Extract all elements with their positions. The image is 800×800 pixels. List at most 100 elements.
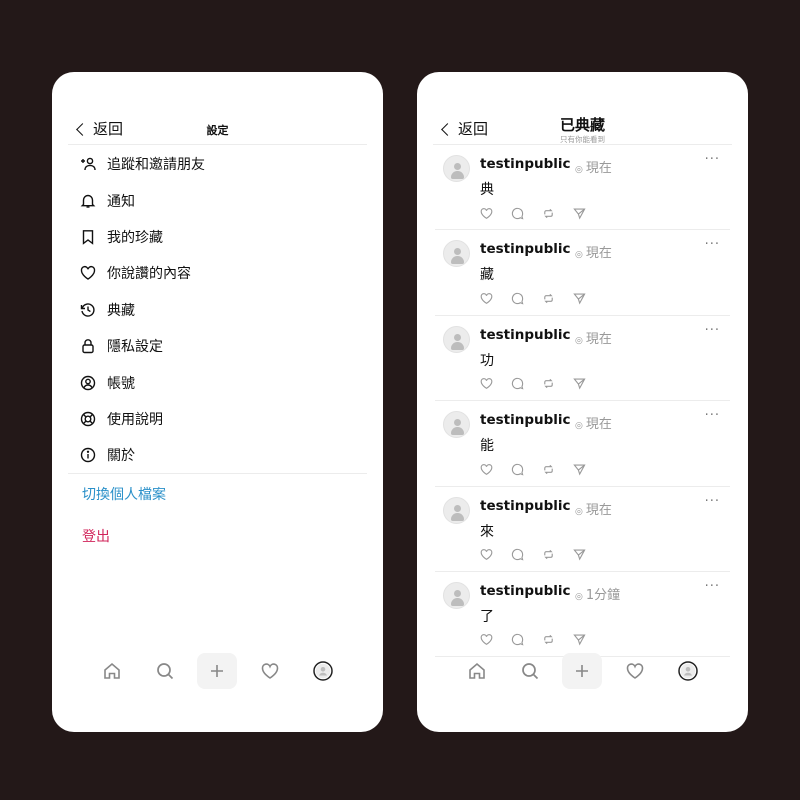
menu-label: 關於 [107,448,135,465]
menu-item-account[interactable]: 帳號 [68,364,367,400]
menu-item-archive[interactable]: 典藏 [68,292,367,328]
heart-icon [480,634,493,646]
comment-button[interactable] [511,548,542,562]
post-username[interactable]: testinpublic [480,241,571,257]
more-options-button[interactable]: ··· [705,579,720,594]
tab-create[interactable] [562,653,602,689]
tab-home[interactable] [92,653,132,689]
archived-clock-icon: ◎ [575,250,583,261]
post-text: 功 [480,352,494,369]
tab-search[interactable] [145,653,185,689]
more-options-button[interactable]: ··· [705,408,720,423]
post-item[interactable]: testinpublic ◎ 現在 ··· 藏 [435,230,730,316]
post-actions [480,633,604,647]
menu-item-saved[interactable]: 我的珍藏 [68,219,367,255]
share-button[interactable] [573,462,604,476]
send-icon [573,464,586,476]
repost-button[interactable] [542,548,573,562]
tab-activity[interactable] [250,653,290,689]
post-text: 典 [480,182,494,198]
more-options-button[interactable]: ··· [705,237,720,252]
post-actions [480,291,604,305]
archive-clock-icon [80,302,96,318]
repost-button[interactable] [542,462,573,476]
repost-icon [544,208,553,218]
post-time: ◎ 現在 [575,502,612,518]
menu-item-follow-invite[interactable]: 追蹤和邀請朋友 [68,146,367,182]
avatar[interactable] [443,496,470,524]
like-button[interactable] [480,291,511,305]
tab-profile[interactable] [303,653,343,689]
tab-activity[interactable] [615,653,655,689]
post-username[interactable]: testinpublic [480,327,571,343]
menu-item-privacy[interactable]: 隱私設定 [68,328,367,364]
post-username[interactable]: testinpublic [480,412,571,428]
post-actions [480,377,604,391]
share-button[interactable] [573,548,604,562]
plus-icon [211,665,223,677]
share-button[interactable] [573,206,604,220]
more-options-button[interactable]: ··· [705,323,720,338]
menu-item-notifications[interactable]: 通知 [68,182,367,218]
menu-item-help[interactable]: 使用說明 [68,401,367,437]
post-username[interactable]: testinpublic [480,583,571,599]
menu-item-about[interactable]: 關於 [68,437,367,473]
tab-home[interactable] [457,653,497,689]
menu-item-liked[interactable]: 你說讚的內容 [68,255,367,291]
comment-icon [511,378,524,390]
archived-clock-icon: ◎ [575,506,583,517]
repost-icon [544,379,553,389]
logout-link[interactable]: 登出 [82,526,110,546]
post-item[interactable]: testinpublic ◎ 1分鐘 ··· 了 [435,572,730,658]
post-username[interactable]: testinpublic [480,498,571,514]
like-button[interactable] [480,633,511,647]
post-item[interactable]: testinpublic ◎ 現在 ··· 能 [435,401,730,487]
more-options-button[interactable]: ··· [705,494,720,509]
switch-profile-link[interactable]: 切換個人檔案 [82,484,166,504]
repost-button[interactable] [542,206,573,220]
post-item[interactable]: testinpublic ◎ 現在 ··· 功 [435,316,730,402]
share-button[interactable] [573,633,604,647]
like-button[interactable] [480,462,511,476]
comment-icon [511,548,524,561]
share-button[interactable] [573,377,604,391]
avatar[interactable] [443,155,470,182]
like-button[interactable] [480,548,511,562]
send-icon [573,293,586,305]
comment-button[interactable] [511,291,542,305]
tab-bar [52,653,383,689]
repost-icon [544,464,553,474]
comment-button[interactable] [511,633,542,647]
like-button[interactable] [480,206,511,220]
comment-button[interactable] [511,206,542,220]
home-icon [469,662,485,679]
tab-profile[interactable] [668,653,708,689]
repost-button[interactable] [542,377,573,391]
repost-button[interactable] [542,291,573,305]
post-time: ◎ 現在 [575,246,612,262]
post-text: 了 [480,608,494,625]
avatar[interactable] [443,325,470,353]
comment-button[interactable] [511,462,542,476]
tab-create[interactable] [197,653,237,689]
like-button[interactable] [480,377,511,391]
share-button[interactable] [573,291,604,305]
more-options-button[interactable]: ··· [705,152,720,167]
comment-button[interactable] [511,377,542,391]
menu-label: 使用說明 [107,411,163,428]
menu-label: 追蹤和邀請朋友 [107,157,205,174]
post-text: 來 [480,523,494,540]
heart-icon [80,265,96,281]
avatar[interactable] [443,581,470,609]
settings-screen: 返回 設定 追蹤和邀請朋友 通知 我的珍藏 你說讚的內容 典藏 隱私設定 帳號 … [52,72,383,732]
avatar[interactable] [443,240,470,268]
repost-button[interactable] [542,633,573,647]
tab-search[interactable] [510,653,550,689]
menu-label: 你說讚的內容 [107,266,191,283]
bookmark-icon [80,229,96,245]
post-item[interactable]: testinpublic ◎ 現在 ··· 典 [435,145,730,231]
avatar[interactable] [443,411,470,439]
profile-icon [678,661,698,681]
post-item[interactable]: testinpublic ◎ 現在 ··· 來 [435,487,730,572]
post-username[interactable]: testinpublic [480,156,571,172]
